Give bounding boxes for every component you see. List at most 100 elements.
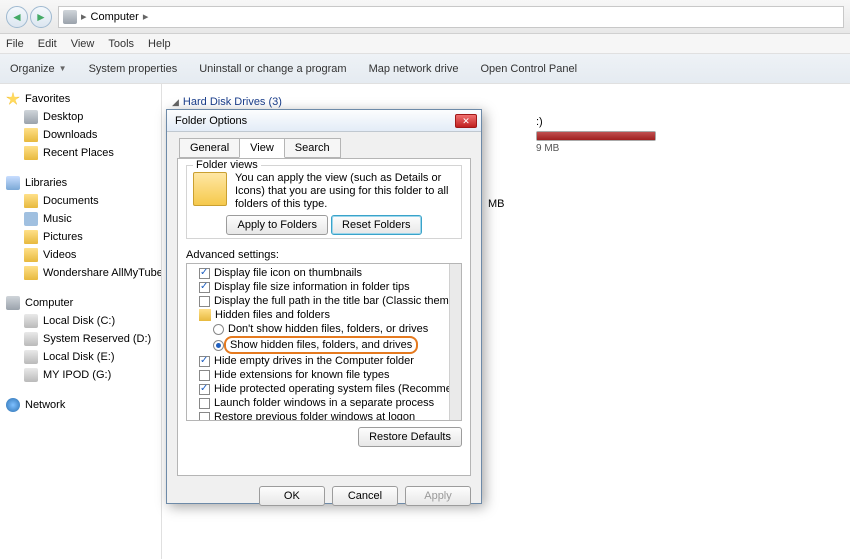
sidebar-item-recent[interactable]: Recent Places — [6, 144, 161, 162]
adv-hidden-group: Hidden files and folders — [191, 308, 447, 322]
sidebar-item-music[interactable]: Music — [6, 210, 161, 228]
adv-hide-empty-drives[interactable]: Hide empty drives in the Computer folder — [191, 354, 447, 368]
adv-show-hidden[interactable]: Show hidden files, folders, and drives — [191, 336, 447, 354]
checkbox-icon[interactable] — [199, 282, 210, 293]
navigation-sidebar: Favorites Desktop Downloads Recent Place… — [0, 84, 162, 559]
cancel-button[interactable]: Cancel — [332, 486, 398, 506]
computer-group[interactable]: Computer — [6, 294, 161, 312]
menu-help[interactable]: Help — [148, 38, 171, 50]
drive-free-text: MB — [488, 198, 505, 210]
adv-display-size-tips[interactable]: Display file size information in folder … — [191, 280, 447, 294]
disk-icon — [24, 314, 38, 328]
desktop-icon — [24, 110, 38, 124]
favorites-group[interactable]: Favorites — [6, 90, 161, 108]
sidebar-item-local-c[interactable]: Local Disk (C:) — [6, 312, 161, 330]
uninstall-program[interactable]: Uninstall or change a program — [199, 63, 346, 75]
tab-search[interactable]: Search — [284, 138, 341, 158]
menu-tools[interactable]: Tools — [108, 38, 134, 50]
network-icon — [6, 398, 20, 412]
checkbox-icon[interactable] — [199, 268, 210, 279]
folder-options-dialog: Folder Options ✕ General View Search Fol… — [166, 109, 482, 504]
scrollbar[interactable] — [449, 264, 461, 420]
disk-icon — [24, 368, 38, 382]
libraries-icon — [6, 176, 20, 190]
chevron-down-icon: ▼ — [59, 64, 67, 73]
adv-display-icon-thumb[interactable]: Display file icon on thumbnails — [191, 266, 447, 280]
menu-edit[interactable]: Edit — [38, 38, 57, 50]
menu-bar: File Edit View Tools Help — [0, 34, 850, 54]
breadcrumb-location[interactable]: Computer — [91, 11, 139, 23]
organize-menu[interactable]: Organize▼ — [10, 63, 67, 75]
chevron-right-icon: ▸ — [81, 10, 87, 23]
checkbox-icon[interactable] — [199, 398, 210, 409]
adv-dont-show-hidden[interactable]: Don't show hidden files, folders, or dri… — [191, 322, 447, 336]
folder-icon — [24, 266, 38, 280]
folder-icon — [24, 146, 38, 160]
sidebar-item-wondershare[interactable]: Wondershare AllMyTube — [6, 264, 161, 282]
disk-icon — [24, 332, 38, 346]
sidebar-item-system-reserved[interactable]: System Reserved (D:) — [6, 330, 161, 348]
sidebar-item-local-e[interactable]: Local Disk (E:) — [6, 348, 161, 366]
music-icon — [24, 212, 38, 226]
computer-icon — [63, 10, 77, 24]
adv-restore-windows[interactable]: Restore previous folder windows at logon — [191, 410, 447, 421]
adv-launch-separate[interactable]: Launch folder windows in a separate proc… — [191, 396, 447, 410]
libraries-group[interactable]: Libraries — [6, 174, 161, 192]
breadcrumb[interactable]: ▸ Computer ▸ — [58, 6, 844, 28]
tab-view[interactable]: View — [239, 138, 285, 158]
adv-display-full-path[interactable]: Display the full path in the title bar (… — [191, 294, 447, 308]
forward-button[interactable]: ► — [30, 6, 52, 28]
checkbox-icon[interactable] — [199, 370, 210, 381]
dialog-title: Folder Options — [175, 115, 455, 127]
collapse-icon[interactable]: ◢ — [172, 97, 179, 107]
apply-to-folders-button[interactable]: Apply to Folders — [226, 215, 327, 235]
back-button[interactable]: ◄ — [6, 6, 28, 28]
sidebar-item-ipod[interactable]: MY IPOD (G:) — [6, 366, 161, 384]
checkbox-icon[interactable] — [199, 412, 210, 422]
close-button[interactable]: ✕ — [455, 114, 477, 128]
ok-button[interactable]: OK — [259, 486, 325, 506]
open-control-panel[interactable]: Open Control Panel — [480, 63, 577, 75]
folder-icon — [24, 128, 38, 142]
tabs: General View Search — [167, 132, 481, 158]
address-bar: ◄ ► ▸ Computer ▸ — [0, 0, 850, 34]
documents-icon — [24, 194, 38, 208]
adv-hide-extensions[interactable]: Hide extensions for known file types — [191, 368, 447, 382]
folder-views-icon — [193, 172, 227, 206]
drive-name: :) — [536, 116, 656, 128]
restore-defaults-button[interactable]: Restore Defaults — [358, 427, 462, 447]
menu-file[interactable]: File — [6, 38, 24, 50]
checkbox-icon[interactable] — [199, 356, 210, 367]
tab-pane-view: Folder views You can apply the view (suc… — [177, 158, 471, 476]
checkbox-icon[interactable] — [199, 384, 210, 395]
sidebar-item-desktop[interactable]: Desktop — [6, 108, 161, 126]
folder-views-label: Folder views — [193, 159, 261, 171]
dialog-title-bar[interactable]: Folder Options ✕ — [167, 110, 481, 132]
chevron-right-icon: ▸ — [143, 10, 149, 23]
sidebar-item-documents[interactable]: Documents — [6, 192, 161, 210]
tab-general[interactable]: General — [179, 138, 240, 158]
reset-folders-button[interactable]: Reset Folders — [331, 215, 421, 235]
folder-icon — [199, 309, 211, 321]
advanced-settings-list[interactable]: Display file icon on thumbnails Display … — [186, 263, 462, 421]
system-properties[interactable]: System properties — [89, 63, 178, 75]
advanced-settings-label: Advanced settings: — [186, 249, 462, 261]
drive-usage-bar — [536, 131, 656, 141]
radio-icon[interactable] — [213, 324, 224, 335]
videos-icon — [24, 248, 38, 262]
disk-icon — [24, 350, 38, 364]
toolbar: Organize▼ System properties Uninstall or… — [0, 54, 850, 84]
folder-views-text: You can apply the view (such as Details … — [235, 172, 455, 211]
sidebar-item-videos[interactable]: Videos — [6, 246, 161, 264]
sidebar-item-pictures[interactable]: Pictures — [6, 228, 161, 246]
adv-hide-protected[interactable]: Hide protected operating system files (R… — [191, 382, 447, 396]
apply-button[interactable]: Apply — [405, 486, 471, 506]
sidebar-item-downloads[interactable]: Downloads — [6, 126, 161, 144]
radio-icon[interactable] — [213, 340, 224, 351]
pictures-icon — [24, 230, 38, 244]
folder-views-group: Folder views You can apply the view (suc… — [186, 165, 462, 239]
map-network-drive[interactable]: Map network drive — [369, 63, 459, 75]
network-group[interactable]: Network — [6, 396, 161, 414]
menu-view[interactable]: View — [71, 38, 95, 50]
checkbox-icon[interactable] — [199, 296, 210, 307]
